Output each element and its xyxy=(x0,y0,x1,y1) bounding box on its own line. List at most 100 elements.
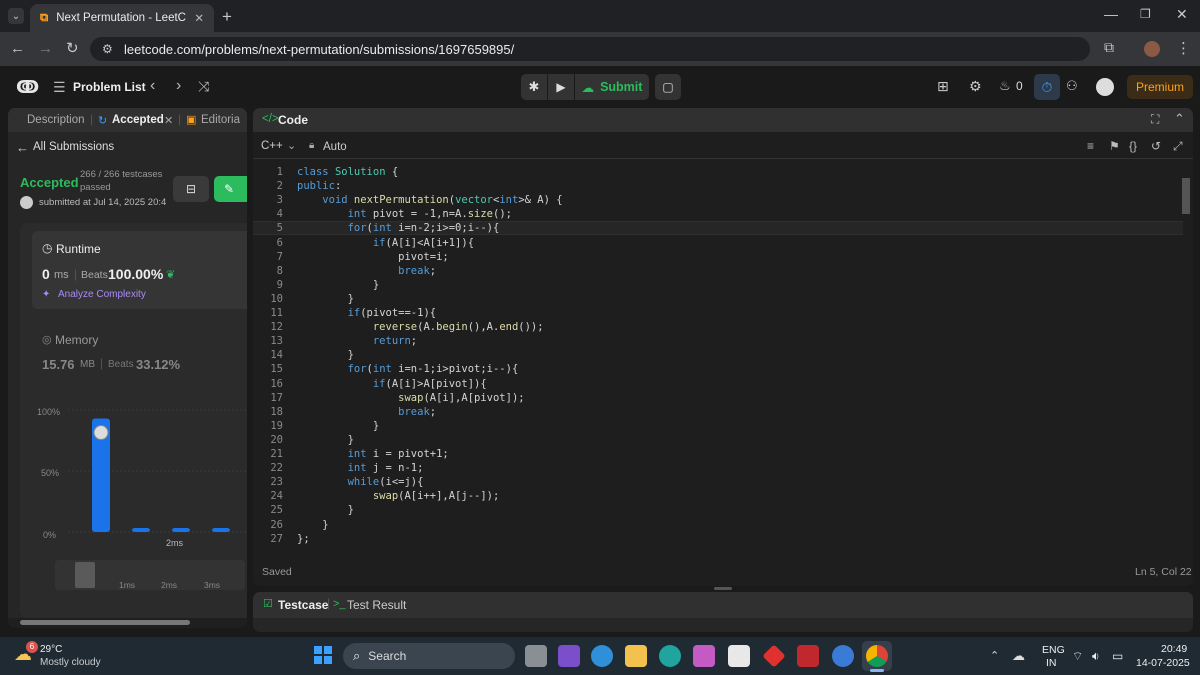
line-number: 11 xyxy=(270,307,283,319)
language-eng[interactable]: ENG xyxy=(1042,644,1065,656)
resize-handle[interactable] xyxy=(714,587,732,590)
layout-icon[interactable]: ⊞ xyxy=(937,78,949,95)
browser-tab-bar: ⌄ ⧉ Next Permutation - LeetCode ✕ + — ❐ … xyxy=(0,0,1200,32)
tab-search-icon[interactable]: ⌄ xyxy=(8,8,24,24)
shuffle-icon[interactable]: ⤨ xyxy=(198,78,209,95)
chart-bar[interactable] xyxy=(132,528,150,532)
close-tab-icon[interactable]: ✕ xyxy=(194,11,204,25)
code-line: break; xyxy=(398,264,437,277)
code-line: class Solution { xyxy=(297,166,399,178)
temperature: 29°C xyxy=(40,644,63,655)
tab-testcase[interactable]: Testcase xyxy=(278,598,328,612)
premium-button[interactable]: Premium xyxy=(1127,75,1193,99)
add-friend-icon[interactable]: ⚇ xyxy=(1066,78,1078,94)
divider: | xyxy=(100,356,104,370)
extensions-icon[interactable]: ⧉ xyxy=(1104,39,1114,56)
back-arrow-icon[interactable]: ← xyxy=(16,140,29,155)
mini-label: 1ms xyxy=(119,580,136,590)
line-number: 21 xyxy=(270,448,283,460)
range-selector[interactable]: 1ms 2ms 3ms xyxy=(55,560,245,590)
task-view-icon[interactable] xyxy=(525,645,547,667)
store-icon[interactable] xyxy=(728,645,750,667)
site-info-icon[interactable]: ⚙ xyxy=(102,42,113,56)
active-indicator xyxy=(870,669,884,672)
copilot-icon[interactable] xyxy=(693,645,715,667)
runtime-card[interactable]: ◷ Runtime 0 ms | Beats 100.00% ❦ ✦ Analy… xyxy=(32,231,247,309)
notes-button[interactable]: ▢ xyxy=(655,74,681,100)
memory-icon: ◎ xyxy=(42,334,52,346)
submit-button[interactable]: ☁ Submit xyxy=(575,74,649,100)
list-icon: ☰ xyxy=(53,79,66,95)
line-number: 25 xyxy=(270,504,283,517)
line-number: 2 xyxy=(276,180,283,193)
file-explorer-icon[interactable] xyxy=(625,645,647,667)
leaf-icon: ❦ xyxy=(166,269,176,281)
close-window-icon[interactable]: ✕ xyxy=(1176,6,1188,23)
code-line: for(int i=n-2;i>=0;i--){ xyxy=(347,222,500,235)
app-blue-icon[interactable] xyxy=(832,645,854,667)
next-problem-icon[interactable]: › xyxy=(176,77,181,95)
line-number: 9 xyxy=(276,278,283,291)
battery-icon[interactable]: ▭ xyxy=(1112,649,1123,663)
solution-button[interactable]: ✎ xyxy=(214,176,247,202)
range-handle[interactable] xyxy=(75,562,95,588)
settings-gear-icon[interactable]: ⚙ xyxy=(969,78,982,95)
code-editor[interactable]: 1 class Solution {2 public: 3 void nextPerm… xyxy=(253,108,1193,578)
analyze-complexity-link[interactable]: Analyze Complexity xyxy=(58,289,146,300)
wifi-icon[interactable]: ⌔ xyxy=(1072,649,1083,664)
chrome-menu-icon[interactable]: ⋮ xyxy=(1176,39,1191,57)
chart-bar[interactable] xyxy=(212,528,230,532)
new-tab-icon[interactable]: + xyxy=(222,7,232,27)
minimize-icon[interactable]: — xyxy=(1104,6,1118,22)
leetcode-logo-icon[interactable]: ↂ xyxy=(16,77,39,98)
horizontal-scrollbar[interactable] xyxy=(8,618,247,628)
restore-icon[interactable]: ❐ xyxy=(1140,7,1151,21)
scrollbar-thumb[interactable] xyxy=(20,620,190,625)
volume-icon[interactable]: 🔉︎ xyxy=(1092,649,1100,664)
submitted-time: submitted at Jul 14, 2025 20:4 xyxy=(39,197,167,208)
editorial-button[interactable]: ⊟ xyxy=(173,176,209,202)
run-button[interactable]: ▶ xyxy=(548,74,574,100)
widgets-icon[interactable] xyxy=(558,645,580,667)
code-line: } xyxy=(297,419,380,432)
language-in[interactable]: IN xyxy=(1046,657,1057,669)
forward-icon[interactable]: → xyxy=(38,40,53,57)
tab-description[interactable]: Description xyxy=(27,114,85,126)
edge-icon[interactable] xyxy=(659,645,681,667)
line-number: 5 xyxy=(276,222,283,235)
onedrive-icon[interactable]: ☁ xyxy=(1012,648,1025,664)
tab-editorial[interactable]: Editoria xyxy=(201,114,240,126)
runtime-unit: ms xyxy=(54,269,69,281)
memory-label[interactable]: Memory xyxy=(55,333,98,347)
windows-start-icon[interactable] xyxy=(314,646,332,664)
taskbar-search[interactable]: ⌕ Search xyxy=(343,643,515,669)
tab-accepted[interactable]: Accepted xyxy=(112,114,164,126)
clock-date[interactable]: 14-07-2025 xyxy=(1136,657,1190,669)
close-tab-icon[interactable]: ✕ xyxy=(164,114,173,127)
all-submissions-link[interactable]: All Submissions xyxy=(33,141,114,153)
streak-count: 0 xyxy=(1016,79,1023,93)
url-field[interactable]: ⚙ leetcode.com/problems/next-permutation… xyxy=(90,37,1090,61)
editor-scrollbar[interactable] xyxy=(1182,178,1190,214)
streak-flame-icon[interactable]: ♨ xyxy=(999,78,1011,94)
code-line: void nextPermutation(vector<int>& A) { xyxy=(322,194,563,207)
browser-tab[interactable]: ⧉ Next Permutation - LeetCode ✕ xyxy=(30,4,214,32)
edit-icon: ✎ xyxy=(224,182,235,196)
reload-icon[interactable]: ↻ xyxy=(66,39,79,57)
prev-problem-icon[interactable]: ‹ xyxy=(150,77,155,95)
line-number: 20 xyxy=(270,433,283,446)
tab-test-result[interactable]: Test Result xyxy=(347,598,406,612)
profile-avatar[interactable] xyxy=(1144,41,1160,57)
timer-icon[interactable]: ⏱ xyxy=(1034,74,1060,100)
debug-button[interactable]: ✱ xyxy=(521,74,547,100)
mcafee-icon[interactable] xyxy=(797,645,819,667)
globe-app-icon[interactable] xyxy=(591,645,613,667)
bug-icon: ✱ xyxy=(528,79,540,94)
clock-time[interactable]: 20:49 xyxy=(1161,643,1187,655)
tray-chevron-icon[interactable]: ⌃ xyxy=(990,649,999,662)
code-line: while(i<=j){ xyxy=(347,476,424,489)
back-icon[interactable]: ← xyxy=(10,40,25,57)
problem-list-link[interactable]: Problem List xyxy=(73,80,146,94)
chart-bar[interactable] xyxy=(172,528,190,532)
user-avatar[interactable] xyxy=(1096,78,1114,96)
